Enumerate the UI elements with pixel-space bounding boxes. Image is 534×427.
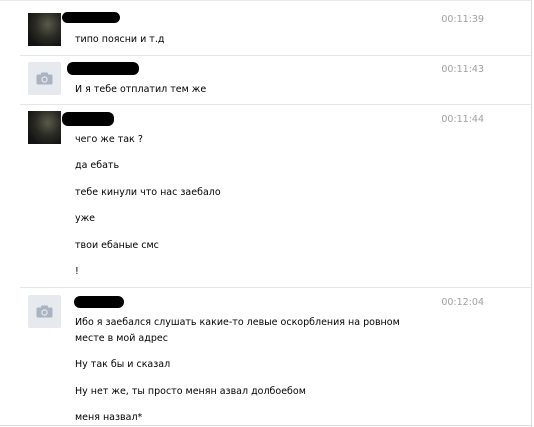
message-text: меня назвал* bbox=[75, 412, 143, 423]
frame-right-border bbox=[531, 0, 532, 427]
avatar[interactable] bbox=[28, 295, 61, 328]
censored-name bbox=[67, 62, 139, 75]
message-separator bbox=[20, 104, 531, 105]
frame-top-border bbox=[0, 0, 532, 1]
message-separator bbox=[20, 287, 531, 288]
censored-name bbox=[62, 112, 114, 126]
camera-icon bbox=[36, 305, 53, 318]
message-timestamp: 00:11:39 bbox=[441, 14, 484, 25]
avatar[interactable] bbox=[28, 13, 61, 46]
message-text: тебе кинули что нас заебало bbox=[75, 187, 221, 198]
message-text: чего же так ? bbox=[75, 134, 143, 145]
message-text: ! bbox=[75, 266, 79, 277]
message-text: месте в мой адрес bbox=[75, 333, 168, 344]
avatar[interactable] bbox=[28, 62, 61, 95]
censored-name bbox=[74, 296, 124, 308]
message-text: да ебать bbox=[75, 160, 120, 171]
avatar[interactable] bbox=[28, 111, 61, 144]
message-text: уже bbox=[75, 213, 96, 224]
message-timestamp: 00:11:43 bbox=[441, 64, 484, 75]
censored-name bbox=[62, 12, 120, 23]
message-text: Ну нет же, ты просто менян азвал долбоеб… bbox=[75, 386, 306, 397]
message-text: твои ебаные смс bbox=[75, 240, 159, 251]
message-text: типо поясни и т.д bbox=[75, 34, 165, 45]
message-separator bbox=[20, 55, 531, 56]
frame-bottom-border bbox=[0, 425, 532, 426]
camera-icon bbox=[36, 72, 53, 85]
message-text: Ну так бы и сказал bbox=[75, 359, 171, 370]
message-timestamp: 00:12:04 bbox=[441, 297, 484, 308]
message-text: Ибо я заебался слушать какие-то левые ос… bbox=[75, 317, 400, 328]
message-timestamp: 00:11:44 bbox=[441, 114, 484, 125]
message-text: И я тебе отплатил тем же bbox=[75, 84, 207, 95]
